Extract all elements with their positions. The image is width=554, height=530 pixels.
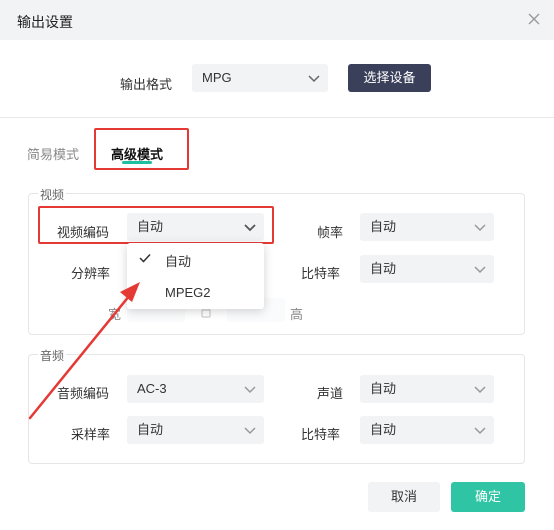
cancel-button[interactable]: 取消 [368, 482, 440, 512]
framerate-select[interactable]: 自动 [360, 213, 494, 241]
audio-group [28, 354, 525, 464]
audio-codec-value: AC-3 [137, 381, 167, 396]
chevron-down-icon [308, 75, 320, 83]
channel-select[interactable]: 自动 [360, 375, 494, 403]
section-divider [0, 117, 554, 118]
dialog-title: 输出设置 [17, 14, 73, 30]
samplerate-select[interactable]: 自动 [127, 416, 264, 444]
chevron-down-icon [244, 427, 256, 435]
annotation-box-video-codec [38, 206, 274, 244]
video-bitrate-value: 自动 [370, 261, 397, 276]
chevron-down-icon [474, 386, 486, 394]
audio-bitrate-label: 比特率 [301, 427, 341, 442]
select-device-button[interactable]: 选择设备 [348, 64, 431, 92]
audio-codec-select[interactable]: AC-3 [127, 375, 264, 403]
framerate-label: 帧率 [317, 225, 344, 240]
audio-codec-label: 音频编码 [57, 386, 110, 401]
framerate-value: 自动 [370, 219, 397, 234]
close-icon[interactable] [527, 12, 541, 26]
tab-simple-mode[interactable]: 简易模式 [27, 144, 79, 163]
video-bitrate-label: 比特率 [301, 266, 341, 281]
video-bitrate-select[interactable]: 自动 [360, 255, 494, 283]
audio-bitrate-value: 自动 [370, 422, 397, 437]
resolution-label: 分辨率 [71, 266, 111, 281]
video-codec-dropdown: 自动 MPEG2 [127, 243, 264, 309]
output-format-label: 输出格式 [120, 77, 173, 92]
dialog-titlebar: 输出设置 [0, 0, 554, 40]
output-format-select[interactable]: MPG [192, 64, 328, 92]
ok-button[interactable]: 确定 [451, 482, 525, 512]
width-label: 宽 [108, 307, 122, 322]
dropdown-option-auto[interactable]: 自动 [165, 251, 191, 270]
dropdown-option-mpeg2[interactable]: MPEG2 [165, 285, 211, 300]
chevron-down-icon [474, 266, 486, 274]
samplerate-label: 采样率 [71, 427, 111, 442]
chevron-down-icon [244, 386, 256, 394]
check-icon [139, 253, 151, 263]
samplerate-value: 自动 [137, 422, 164, 437]
output-format-value: MPG [202, 70, 232, 85]
annotation-box-advanced-tab [94, 128, 189, 170]
height-label: 高 [290, 307, 304, 322]
audio-group-title: 音频 [38, 347, 67, 364]
channel-value: 自动 [370, 381, 397, 396]
chevron-down-icon [474, 427, 486, 435]
audio-bitrate-select[interactable]: 自动 [360, 416, 494, 444]
channel-label: 声道 [317, 386, 344, 401]
video-group-title: 视频 [38, 186, 67, 203]
chevron-down-icon [474, 224, 486, 232]
